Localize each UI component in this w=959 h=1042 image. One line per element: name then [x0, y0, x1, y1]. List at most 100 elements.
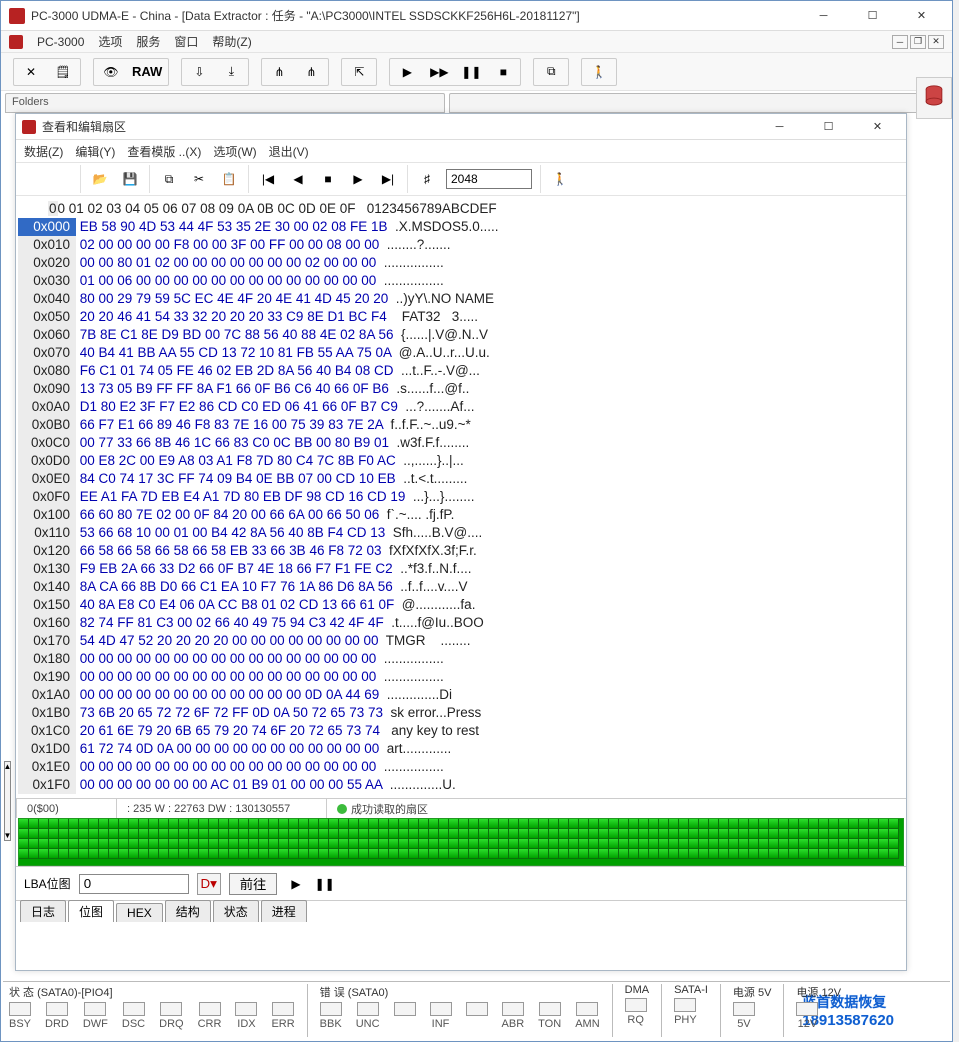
hex-dump-area[interactable]: 00 01 02 03 04 05 06 07 08 09 0A 0B 0C 0…: [16, 196, 906, 798]
satai-led: [674, 998, 696, 1012]
inner-maximize-button[interactable]: ☐: [806, 112, 851, 142]
export-icon[interactable]: ⤓: [220, 61, 242, 83]
mdi-restore-icon[interactable]: ❐: [910, 35, 926, 49]
led-ERR: [272, 1002, 294, 1016]
tools-icon[interactable]: ✕: [20, 61, 42, 83]
prev-icon[interactable]: ◀: [287, 168, 309, 190]
mdi-minimize-icon[interactable]: ─: [892, 35, 908, 49]
goto-sector-icon[interactable]: ♯: [416, 168, 438, 190]
inner-menu-data[interactable]: 数据(Z): [24, 143, 63, 160]
minimize-button[interactable]: ─: [801, 1, 846, 31]
inner-app-icon: [22, 120, 36, 134]
lba-label: LBA位图: [24, 875, 71, 892]
bottom-status-panel: 状 态 (SATA0)-[PIO4] BSYDRDDWFDSCDRQCRRIDX…: [3, 981, 950, 1039]
menu-pc3000[interactable]: PC-3000: [37, 35, 84, 49]
led-DSC: [123, 1002, 145, 1016]
main-title: PC-3000 UDMA-E - China - [Data Extractor…: [31, 7, 801, 24]
cut-icon[interactable]: ✂: [188, 168, 210, 190]
tab-log[interactable]: 日志: [20, 900, 66, 922]
progress-grid[interactable]: [18, 818, 904, 866]
menu-app-icon: [9, 35, 23, 49]
menu-service[interactable]: 服务: [136, 33, 160, 50]
vertical-scrubber[interactable]: ▲▼: [4, 761, 11, 841]
green-indicator-icon: [337, 804, 347, 814]
copy2-icon[interactable]: ⧉: [158, 168, 180, 190]
led-BSY: [9, 1002, 31, 1016]
bottom-tabs: 日志 位图 HEX 结构 状态 进程: [16, 900, 906, 922]
tab-bitmap[interactable]: 位图: [68, 900, 114, 922]
open-icon[interactable]: 📂: [89, 168, 111, 190]
sata0-status-label: 状 态 (SATA0)-[PIO4]: [9, 984, 295, 1000]
import-icon[interactable]: ⇱: [348, 61, 370, 83]
led-DRQ: [160, 1002, 182, 1016]
first-icon[interactable]: |◀: [257, 168, 279, 190]
tab-status[interactable]: 状态: [213, 900, 259, 922]
lba-goto-button[interactable]: 前往: [229, 873, 278, 895]
inner-menu-exit[interactable]: 退出(V): [269, 143, 309, 160]
save-icon[interactable]: 💾: [119, 168, 141, 190]
copy-icon[interactable]: ⧉: [540, 61, 562, 83]
pause-icon[interactable]: ❚❚: [460, 61, 482, 83]
exit-run-icon[interactable]: 🚶: [588, 61, 610, 83]
inner-toolbar: 📂 💾 ⧉ ✂ 📋 |◀ ◀ ■ ▶ ▶| ♯ 🚶: [16, 162, 906, 196]
raw-button[interactable]: RAW: [132, 64, 162, 79]
led-DWF: [84, 1002, 106, 1016]
inner-minimize-button[interactable]: ─: [757, 112, 802, 142]
sector-input[interactable]: [446, 169, 532, 189]
export-down-icon[interactable]: ⇩: [188, 61, 210, 83]
maximize-button[interactable]: ☐: [850, 1, 895, 31]
lba-play-icon[interactable]: ▶: [291, 877, 300, 891]
play-icon[interactable]: ▶: [396, 61, 418, 83]
lba-input[interactable]: [79, 874, 189, 894]
right-pane-header: [449, 93, 948, 113]
power5v-label: 电源 5V: [733, 984, 772, 1000]
menu-options[interactable]: 选项: [98, 33, 122, 50]
inner-title: 查看和编辑扇区: [42, 118, 757, 135]
stop-icon[interactable]: ■: [492, 61, 514, 83]
mdi-close-icon[interactable]: ✕: [928, 35, 944, 49]
close-button[interactable]: ✕: [899, 1, 944, 31]
power5v-led: [733, 1002, 755, 1016]
paste-icon[interactable]: 📋: [218, 168, 240, 190]
inner-statusbar: 0($00) : 235 W : 22763 DW : 130130557 成功…: [16, 798, 906, 818]
tab-struct[interactable]: 结构: [165, 900, 211, 922]
led-blank: [394, 1002, 416, 1016]
inner-menubar: 数据(Z) 编辑(Y) 查看模版 ..(X) 选项(W) 退出(V): [16, 140, 906, 162]
tab-process[interactable]: 进程: [261, 900, 307, 922]
inner-menu-template[interactable]: 查看模版 ..(X): [127, 143, 201, 160]
inner-menu-options[interactable]: 选项(W): [213, 143, 256, 160]
report-icon[interactable]: 🗒: [52, 61, 74, 83]
tree2-icon[interactable]: ⋔: [300, 61, 322, 83]
binoculars-icon[interactable]: 👁: [100, 61, 122, 83]
main-titlebar: PC-3000 UDMA-E - China - [Data Extractor…: [1, 1, 952, 31]
sata0-error-label: 错 误 (SATA0): [320, 984, 600, 1000]
status-pos: 0($00): [16, 799, 116, 818]
folders-pane-header: Folders: [5, 93, 445, 113]
ffwd-icon[interactable]: ▶▶: [428, 61, 450, 83]
outer-menubar: PC-3000 选项 服务 窗口 帮助(Z) ─ ❐ ✕: [1, 31, 952, 53]
led-INF: [430, 1002, 452, 1016]
last-icon[interactable]: ▶|: [377, 168, 399, 190]
next-icon[interactable]: ▶: [347, 168, 369, 190]
dma-label: DMA: [625, 984, 649, 996]
menu-help[interactable]: 帮助(Z): [212, 33, 251, 50]
status-msg: 成功读取的扇区: [326, 799, 438, 818]
side-db-tool[interactable]: [916, 77, 952, 119]
led-IDX: [235, 1002, 257, 1016]
status-size: : 235 W : 22763 DW : 130130557: [116, 799, 326, 818]
tab-hex[interactable]: HEX: [116, 903, 163, 922]
lba-pause-icon[interactable]: ❚❚: [315, 877, 335, 891]
app-icon: [9, 8, 25, 24]
led-AMN: [576, 1002, 598, 1016]
lba-down-button[interactable]: D▾: [197, 873, 221, 895]
exit-icon[interactable]: 🚶: [549, 168, 571, 190]
stop-nav-icon[interactable]: ■: [317, 168, 339, 190]
tree1-icon[interactable]: ⋔: [268, 61, 290, 83]
satai-label: SATA-I: [674, 984, 708, 996]
hex-editor-window: 查看和编辑扇区 ─ ☐ ✕ 数据(Z) 编辑(Y) 查看模版 ..(X) 选项(…: [15, 113, 907, 971]
led-ABR: [502, 1002, 524, 1016]
power12v-led: [796, 1002, 818, 1016]
menu-window[interactable]: 窗口: [174, 33, 198, 50]
inner-menu-edit[interactable]: 编辑(Y): [75, 143, 115, 160]
inner-close-button[interactable]: ✕: [855, 112, 900, 142]
